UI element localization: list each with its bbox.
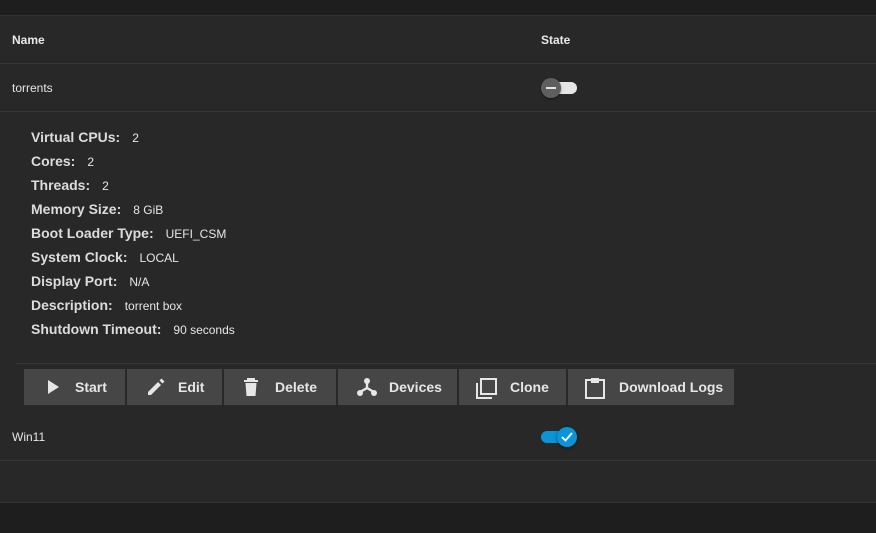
- detail-cores: Cores: 2: [31, 153, 94, 173]
- vm-table: Name State torrents Virtual CPUs: 2 Cores…: [0, 15, 876, 503]
- vm-details: Virtual CPUs: 2 Cores: 2 Threads: 2 Memory …: [16, 112, 876, 364]
- download-logs-button[interactable]: Download Logs: [568, 369, 734, 405]
- download-logs-label: Download Logs: [619, 379, 724, 395]
- table-header: Name State: [0, 16, 876, 64]
- detail-virtual-cpus: Virtual CPUs: 2: [31, 129, 139, 149]
- detail-threads: Threads: 2: [31, 177, 109, 197]
- minus-icon: [546, 87, 556, 89]
- detail-value: 90 seconds: [173, 323, 235, 337]
- detail-display-port: Display Port: N/A: [31, 273, 149, 293]
- detail-system-clock: System Clock: LOCAL: [31, 249, 179, 269]
- column-header-name[interactable]: Name: [12, 33, 45, 47]
- detail-memory-size: Memory Size: 8 GiB: [31, 201, 163, 221]
- detail-label: Boot Loader Type:: [31, 225, 154, 241]
- vm-name: torrents: [12, 81, 53, 95]
- table-row[interactable]: Win11: [0, 413, 876, 461]
- detail-label: Cores:: [31, 153, 76, 169]
- device-tree-icon: [356, 377, 378, 400]
- copy-icon: [475, 377, 499, 402]
- column-header-state[interactable]: State: [541, 33, 570, 47]
- edit-button[interactable]: Edit: [127, 369, 222, 405]
- detail-label: Virtual CPUs:: [31, 129, 121, 145]
- detail-value: 8 GiB: [133, 203, 164, 217]
- start-button[interactable]: Start: [24, 369, 125, 405]
- page: Name State torrents Virtual CPUs: 2 Cores…: [0, 0, 876, 533]
- toggle-knob: [541, 78, 561, 98]
- detail-label: Display Port:: [31, 273, 118, 289]
- detail-value: 2: [132, 131, 139, 145]
- delete-label: Delete: [275, 379, 318, 395]
- detail-label: Memory Size:: [31, 201, 122, 217]
- toggle-knob: [557, 427, 577, 447]
- detail-value: 2: [102, 179, 109, 193]
- pencil-icon: [145, 377, 167, 400]
- detail-value: UEFI_CSM: [165, 227, 227, 241]
- vm-name: Win11: [12, 430, 46, 444]
- vm-state-toggle[interactable]: [541, 78, 577, 98]
- delete-button[interactable]: Delete: [224, 369, 336, 405]
- trash-icon: [243, 377, 261, 400]
- detail-boot-loader-type: Boot Loader Type: UEFI_CSM: [31, 225, 226, 245]
- detail-label: Description:: [31, 297, 113, 313]
- clone-label: Clone: [510, 379, 549, 395]
- table-row[interactable]: torrents: [0, 64, 876, 112]
- check-icon: [561, 432, 573, 442]
- detail-value: N/A: [129, 275, 150, 289]
- detail-description: Description: torrent box: [31, 297, 182, 317]
- edit-label: Edit: [178, 379, 205, 395]
- detail-shutdown-timeout: Shutdown Timeout: 90 seconds: [31, 321, 235, 341]
- detail-label: Threads:: [31, 177, 91, 193]
- devices-label: Devices: [389, 379, 442, 395]
- detail-value: LOCAL: [139, 251, 179, 265]
- detail-value: 2: [87, 155, 95, 169]
- clipboard-icon: [584, 377, 606, 402]
- play-icon: [46, 377, 60, 400]
- clone-button[interactable]: Clone: [459, 369, 566, 405]
- detail-value: torrent box: [124, 299, 183, 313]
- detail-label: Shutdown Timeout:: [31, 321, 162, 337]
- vm-state-toggle[interactable]: [541, 427, 577, 447]
- devices-button[interactable]: Devices: [338, 369, 457, 405]
- detail-label: System Clock:: [31, 249, 128, 265]
- start-label: Start: [75, 379, 107, 395]
